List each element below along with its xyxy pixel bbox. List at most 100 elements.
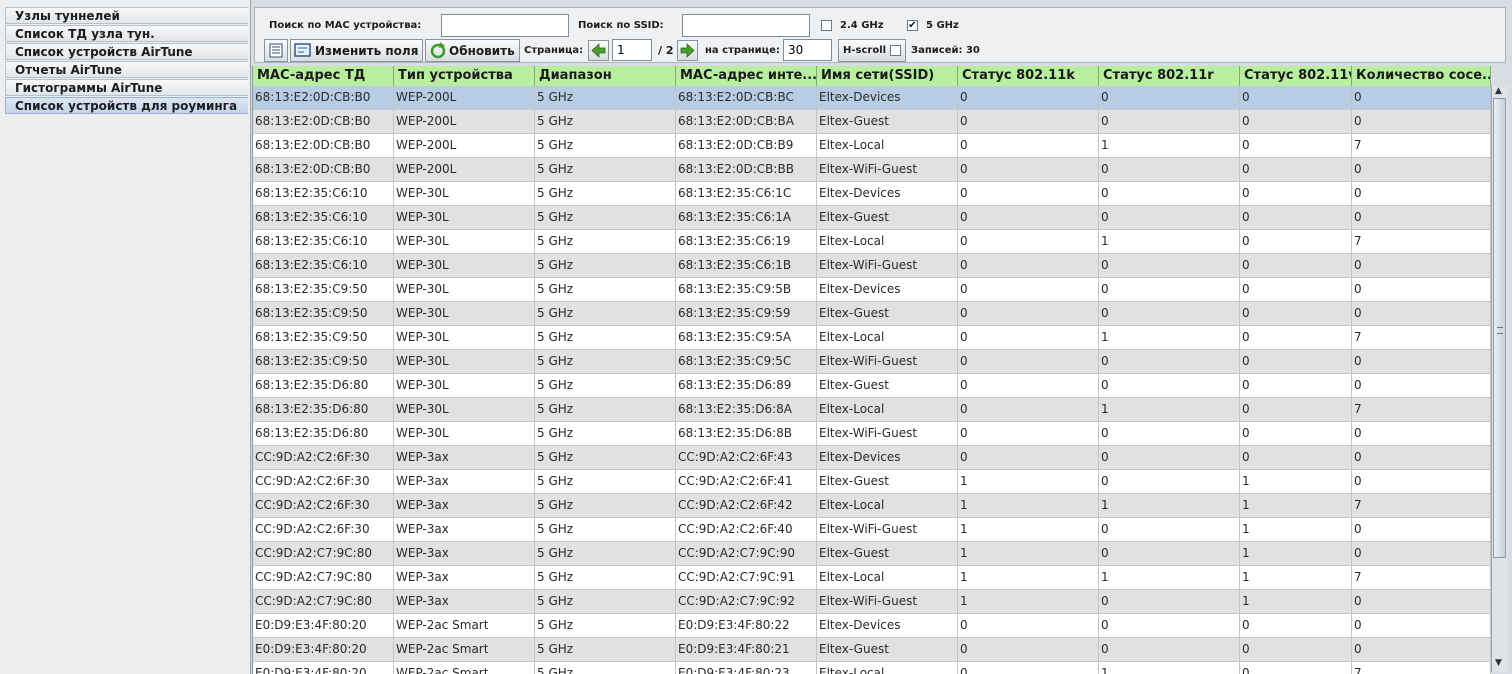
cell-80211v: 0 <box>1240 350 1352 374</box>
col-header-80211r[interactable]: Статус 802.11r <box>1099 66 1240 86</box>
cell-ssid: Eltex-WiFi-Guest <box>817 590 958 614</box>
cell-80211k: 1 <box>958 590 1099 614</box>
cell-band: 5 GHz <box>535 398 676 422</box>
scroll-up-icon[interactable]: ▲ <box>1495 86 1502 96</box>
nav-item-tunnel-nodes[interactable]: Узлы туннелей <box>5 7 248 24</box>
cell-ssid: Eltex-WiFi-Guest <box>817 518 958 542</box>
refresh-button[interactable]: Обновить <box>425 39 520 62</box>
table-row[interactable]: CC:9D:A2:C2:6F:30 WEP-3ax 5 GHz CC:9D:A2:C2… <box>253 494 1491 518</box>
col-header-80211k[interactable]: Статус 802.11k <box>958 66 1099 86</box>
edit-fields-button[interactable]: Изменить поля <box>290 39 423 62</box>
table-row[interactable]: 68:13:E2:35:C9:50 WEP-30L 5 GHz 68:13:E2:35… <box>253 278 1491 302</box>
table-row[interactable]: E0:D9:E3:4F:80:20 WEP-2ac Smart 5 GHz E0:D9… <box>253 614 1491 638</box>
vertical-scrollbar[interactable]: ▲ ▼ <box>1491 86 1508 672</box>
cell-80211k: 0 <box>958 110 1099 134</box>
per-page-label: на странице: <box>705 45 780 56</box>
hscroll-label: H-scroll <box>843 45 887 56</box>
cell-ssid: Eltex-Devices <box>817 614 958 638</box>
cell-80211v: 0 <box>1240 662 1352 674</box>
mac-search-input[interactable] <box>441 14 569 37</box>
col-header-device-type[interactable]: Тип устройства <box>394 66 535 86</box>
cell-neighbors-count: 7 <box>1352 494 1491 518</box>
table-row[interactable]: CC:9D:A2:C2:6F:30 WEP-3ax 5 GHz CC:9D:A2:C2… <box>253 446 1491 470</box>
nav-item-airtune-reports[interactable]: Отчеты AirTune <box>5 61 248 78</box>
nav-item-label: Гистограммы AirTune <box>15 81 163 95</box>
cell-band: 5 GHz <box>535 158 676 182</box>
col-header-ssid[interactable]: Имя сети(SSID) <box>817 66 958 86</box>
table-row[interactable]: 68:13:E2:35:C9:50 WEP-30L 5 GHz 68:13:E2:35… <box>253 326 1491 350</box>
edit-fields-icon <box>294 43 311 57</box>
per-page-input[interactable] <box>783 39 832 61</box>
cell-interface-mac: 68:13:E2:0D:CB:B9 <box>676 134 817 158</box>
table-row[interactable]: 68:13:E2:35:C6:10 WEP-30L 5 GHz 68:13:E2:35… <box>253 182 1491 206</box>
cell-80211k: 0 <box>958 182 1099 206</box>
nav-item-airtune-histograms[interactable]: Гистограммы AirTune <box>5 79 248 96</box>
scrollbar-thumb[interactable] <box>1493 98 1506 558</box>
col-header-interface-mac[interactable]: MAC-адрес инте... <box>676 66 817 86</box>
cell-80211v: 0 <box>1240 326 1352 350</box>
table-row[interactable]: 68:13:E2:0D:CB:B0 WEP-200L 5 GHz 68:13:E2:0… <box>253 158 1491 182</box>
table-row[interactable]: 68:13:E2:35:C6:10 WEP-30L 5 GHz 68:13:E2:35… <box>253 254 1491 278</box>
cell-ssid: Eltex-Local <box>817 494 958 518</box>
page-number-input[interactable] <box>612 39 652 61</box>
columns-button[interactable] <box>264 39 288 62</box>
band-5-checkbox[interactable]: ✔ <box>907 20 918 31</box>
table-row[interactable]: CC:9D:A2:C7:9C:80 WEP-3ax 5 GHz CC:9D:A2:C7… <box>253 542 1491 566</box>
col-header-80211v[interactable]: Статус 802.11v <box>1240 66 1352 86</box>
cell-80211r: 0 <box>1099 518 1240 542</box>
cell-ssid: Eltex-Guest <box>817 206 958 230</box>
nav-item-ap-list[interactable]: Список ТД узла тун. <box>5 25 248 42</box>
col-header-ap-mac[interactable]: MAC-адрес ТД <box>253 66 394 86</box>
table-row[interactable]: 68:13:E2:35:C6:10 WEP-30L 5 GHz 68:13:E2:35… <box>253 206 1491 230</box>
band-24-checkbox[interactable] <box>821 20 832 31</box>
table-row[interactable]: 68:13:E2:35:C9:50 WEP-30L 5 GHz 68:13:E2:35… <box>253 350 1491 374</box>
cell-80211k: 0 <box>958 374 1099 398</box>
table-row[interactable]: E0:D9:E3:4F:80:20 WEP-2ac Smart 5 GHz E0:D9… <box>253 662 1491 674</box>
cell-ap-mac: E0:D9:E3:4F:80:20 <box>253 638 394 662</box>
table-row[interactable]: 68:13:E2:35:D6:80 WEP-30L 5 GHz 68:13:E2:35… <box>253 374 1491 398</box>
nav-item-label: Список устройств AirTune <box>15 45 193 59</box>
cell-band: 5 GHz <box>535 302 676 326</box>
table-row[interactable]: CC:9D:A2:C7:9C:80 WEP-3ax 5 GHz CC:9D:A2:C7… <box>253 590 1491 614</box>
table-row[interactable]: E0:D9:E3:4F:80:20 WEP-2ac Smart 5 GHz E0:D9… <box>253 638 1491 662</box>
cell-device-type: WEP-30L <box>394 182 535 206</box>
hscroll-checkbox[interactable] <box>890 45 901 56</box>
cell-ssid: Eltex-Devices <box>817 182 958 206</box>
table-row[interactable]: 68:13:E2:0D:CB:B0 WEP-200L 5 GHz 68:13:E2:0… <box>253 110 1491 134</box>
cell-80211k: 0 <box>958 278 1099 302</box>
cell-device-type: WEP-3ax <box>394 470 535 494</box>
cell-80211k: 0 <box>958 158 1099 182</box>
cell-80211r: 0 <box>1099 110 1240 134</box>
cell-interface-mac: E0:D9:E3:4F:80:21 <box>676 638 817 662</box>
table-row[interactable]: CC:9D:A2:C7:9C:80 WEP-3ax 5 GHz CC:9D:A2:C7… <box>253 566 1491 590</box>
cell-80211v: 0 <box>1240 302 1352 326</box>
table-row[interactable]: CC:9D:A2:C2:6F:30 WEP-3ax 5 GHz CC:9D:A2:C2… <box>253 518 1491 542</box>
ssid-search-input[interactable] <box>682 14 810 37</box>
cell-80211v: 0 <box>1240 446 1352 470</box>
table-row[interactable]: 68:13:E2:35:D6:80 WEP-30L 5 GHz 68:13:E2:35… <box>253 398 1491 422</box>
nav-item-roaming-devices[interactable]: Список устройств для роуминга <box>5 97 248 114</box>
table-row[interactable]: 68:13:E2:0D:CB:B0 WEP-200L 5 GHz 68:13:E2:0… <box>253 86 1491 110</box>
cell-interface-mac: 68:13:E2:35:D6:8B <box>676 422 817 446</box>
prev-page-button[interactable] <box>588 40 609 61</box>
cell-neighbors-count: 0 <box>1352 590 1491 614</box>
nav-item-airtune-devices[interactable]: Список устройств AirTune <box>5 43 248 60</box>
table-row[interactable]: 68:13:E2:0D:CB:B0 WEP-200L 5 GHz 68:13:E2:0… <box>253 134 1491 158</box>
table-row[interactable]: CC:9D:A2:C2:6F:30 WEP-3ax 5 GHz CC:9D:A2:C2… <box>253 470 1491 494</box>
toolbar: Поиск по MAC устройства: Поиск по SSID: … <box>254 7 1506 63</box>
cell-neighbors-count: 0 <box>1352 422 1491 446</box>
hscroll-toggle[interactable]: H-scroll <box>838 39 906 62</box>
cell-ap-mac: 68:13:E2:0D:CB:B0 <box>253 134 394 158</box>
col-header-neighbors-count[interactable]: Количество сосе... <box>1352 66 1491 86</box>
cell-interface-mac: CC:9D:A2:C2:6F:42 <box>676 494 817 518</box>
table-row[interactable]: 68:13:E2:35:D6:80 WEP-30L 5 GHz 68:13:E2:35… <box>253 422 1491 446</box>
table-row[interactable]: 68:13:E2:35:C9:50 WEP-30L 5 GHz 68:13:E2:35… <box>253 302 1491 326</box>
next-page-button[interactable] <box>677 40 698 61</box>
cell-80211r: 0 <box>1099 278 1240 302</box>
cell-device-type: WEP-200L <box>394 86 535 110</box>
scroll-down-icon[interactable]: ▼ <box>1495 658 1502 668</box>
col-header-band[interactable]: Диапазон <box>535 66 676 86</box>
cell-80211r: 0 <box>1099 638 1240 662</box>
table-row[interactable]: 68:13:E2:35:C6:10 WEP-30L 5 GHz 68:13:E2:35… <box>253 230 1491 254</box>
cell-interface-mac: CC:9D:A2:C7:9C:90 <box>676 542 817 566</box>
